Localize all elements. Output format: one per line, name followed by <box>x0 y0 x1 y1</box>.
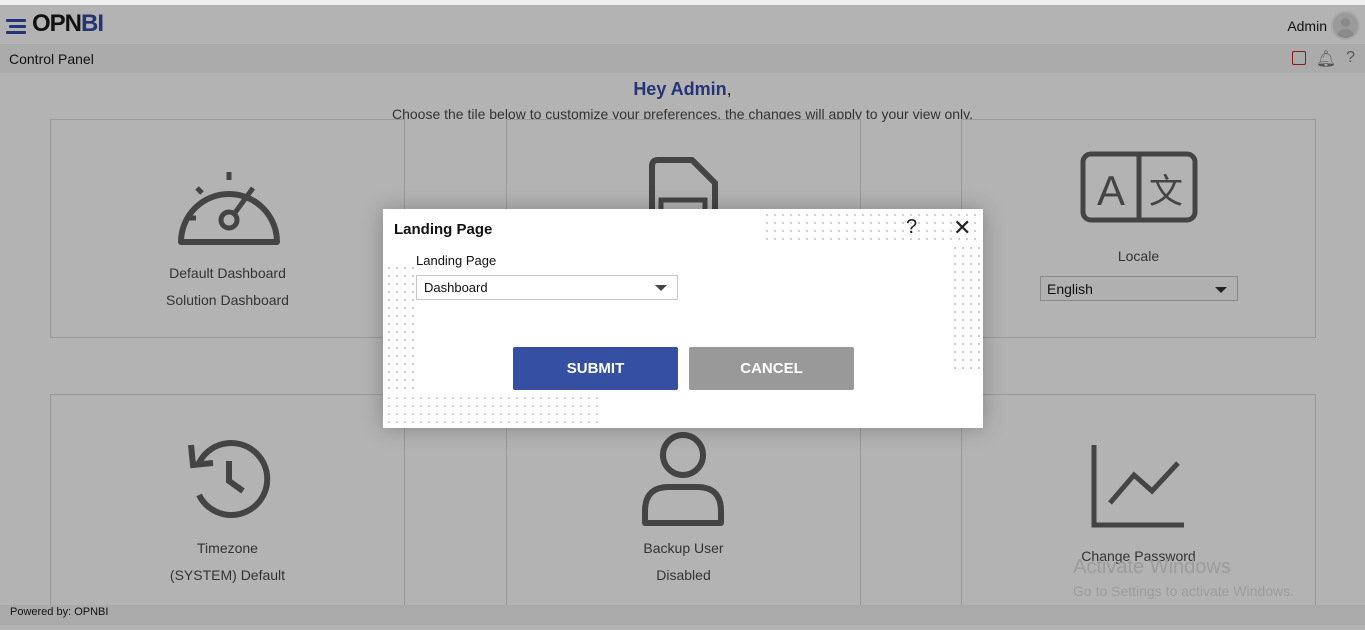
header: OPNBI Admin <box>0 5 1365 44</box>
line-chart-icon <box>1091 445 1184 528</box>
dots-decoration <box>763 211 979 244</box>
landing-page-select[interactable]: Dashboard <box>416 275 678 300</box>
close-icon[interactable]: ✕ <box>953 215 971 241</box>
chevron-down-icon <box>655 285 667 291</box>
tile-label: Timezone <box>197 540 258 556</box>
landing-page-dialog: Landing Page ? ✕ Landing Page Dashboard … <box>383 209 983 428</box>
user-name[interactable]: Admin <box>1287 18 1327 34</box>
tile-value: Solution Dashboard <box>166 292 289 308</box>
dialog-title: Landing Page <box>394 221 493 238</box>
speedometer-icon <box>178 172 280 245</box>
bell-icon[interactable]: 🔔︎ <box>1316 49 1336 69</box>
chevron-down-icon <box>1215 287 1227 293</box>
document-icon <box>649 157 718 216</box>
avatar[interactable] <box>1331 11 1360 40</box>
svg-text:文: 文 <box>1149 173 1183 211</box>
help-icon[interactable]: ? <box>1346 49 1355 69</box>
translate-icon: A文 <box>1080 151 1198 223</box>
dots-decoration <box>385 394 599 427</box>
tile-timezone[interactable]: Timezone (SYSTEM) Default <box>50 394 405 613</box>
field-label: Landing Page <box>416 253 497 268</box>
tile-value: Disabled <box>656 567 711 583</box>
tile-locale[interactable]: A文 Locale English <box>961 119 1316 338</box>
locale-select[interactable]: English <box>1040 276 1238 301</box>
user-icon <box>642 432 724 526</box>
tile-label: Backup User <box>643 540 724 556</box>
tile-value: (SYSTEM) Default <box>169 567 286 583</box>
windows-watermark: Activate Windows Go to Settings to activa… <box>1073 556 1294 599</box>
tile-default-dashboard[interactable]: Default Dashboard Solution Dashboard <box>50 119 405 338</box>
svg-text:A: A <box>1097 167 1125 214</box>
control-panel-bar: Control Panel 🔔︎ ? <box>0 44 1365 73</box>
footer: Powered by: OPNBI <box>0 605 1365 625</box>
tile-label: Default Dashboard <box>169 265 286 281</box>
dots-decoration <box>951 244 981 374</box>
tile-label: Locale <box>1117 248 1160 264</box>
logo[interactable]: OPNBI <box>32 10 104 38</box>
submit-button[interactable]: SUBMIT <box>513 347 678 390</box>
hamburger-menu-icon[interactable] <box>6 19 26 37</box>
save-icon[interactable] <box>1291 51 1306 65</box>
greeting: Hey Admin, <box>633 79 732 99</box>
cancel-button[interactable]: CANCEL <box>689 347 854 390</box>
page-title: Control Panel <box>9 51 94 67</box>
help-icon[interactable]: ? <box>906 216 917 239</box>
dots-decoration <box>385 264 417 394</box>
history-icon <box>188 440 271 518</box>
footer-text: Powered by: OPNBI <box>10 606 109 618</box>
